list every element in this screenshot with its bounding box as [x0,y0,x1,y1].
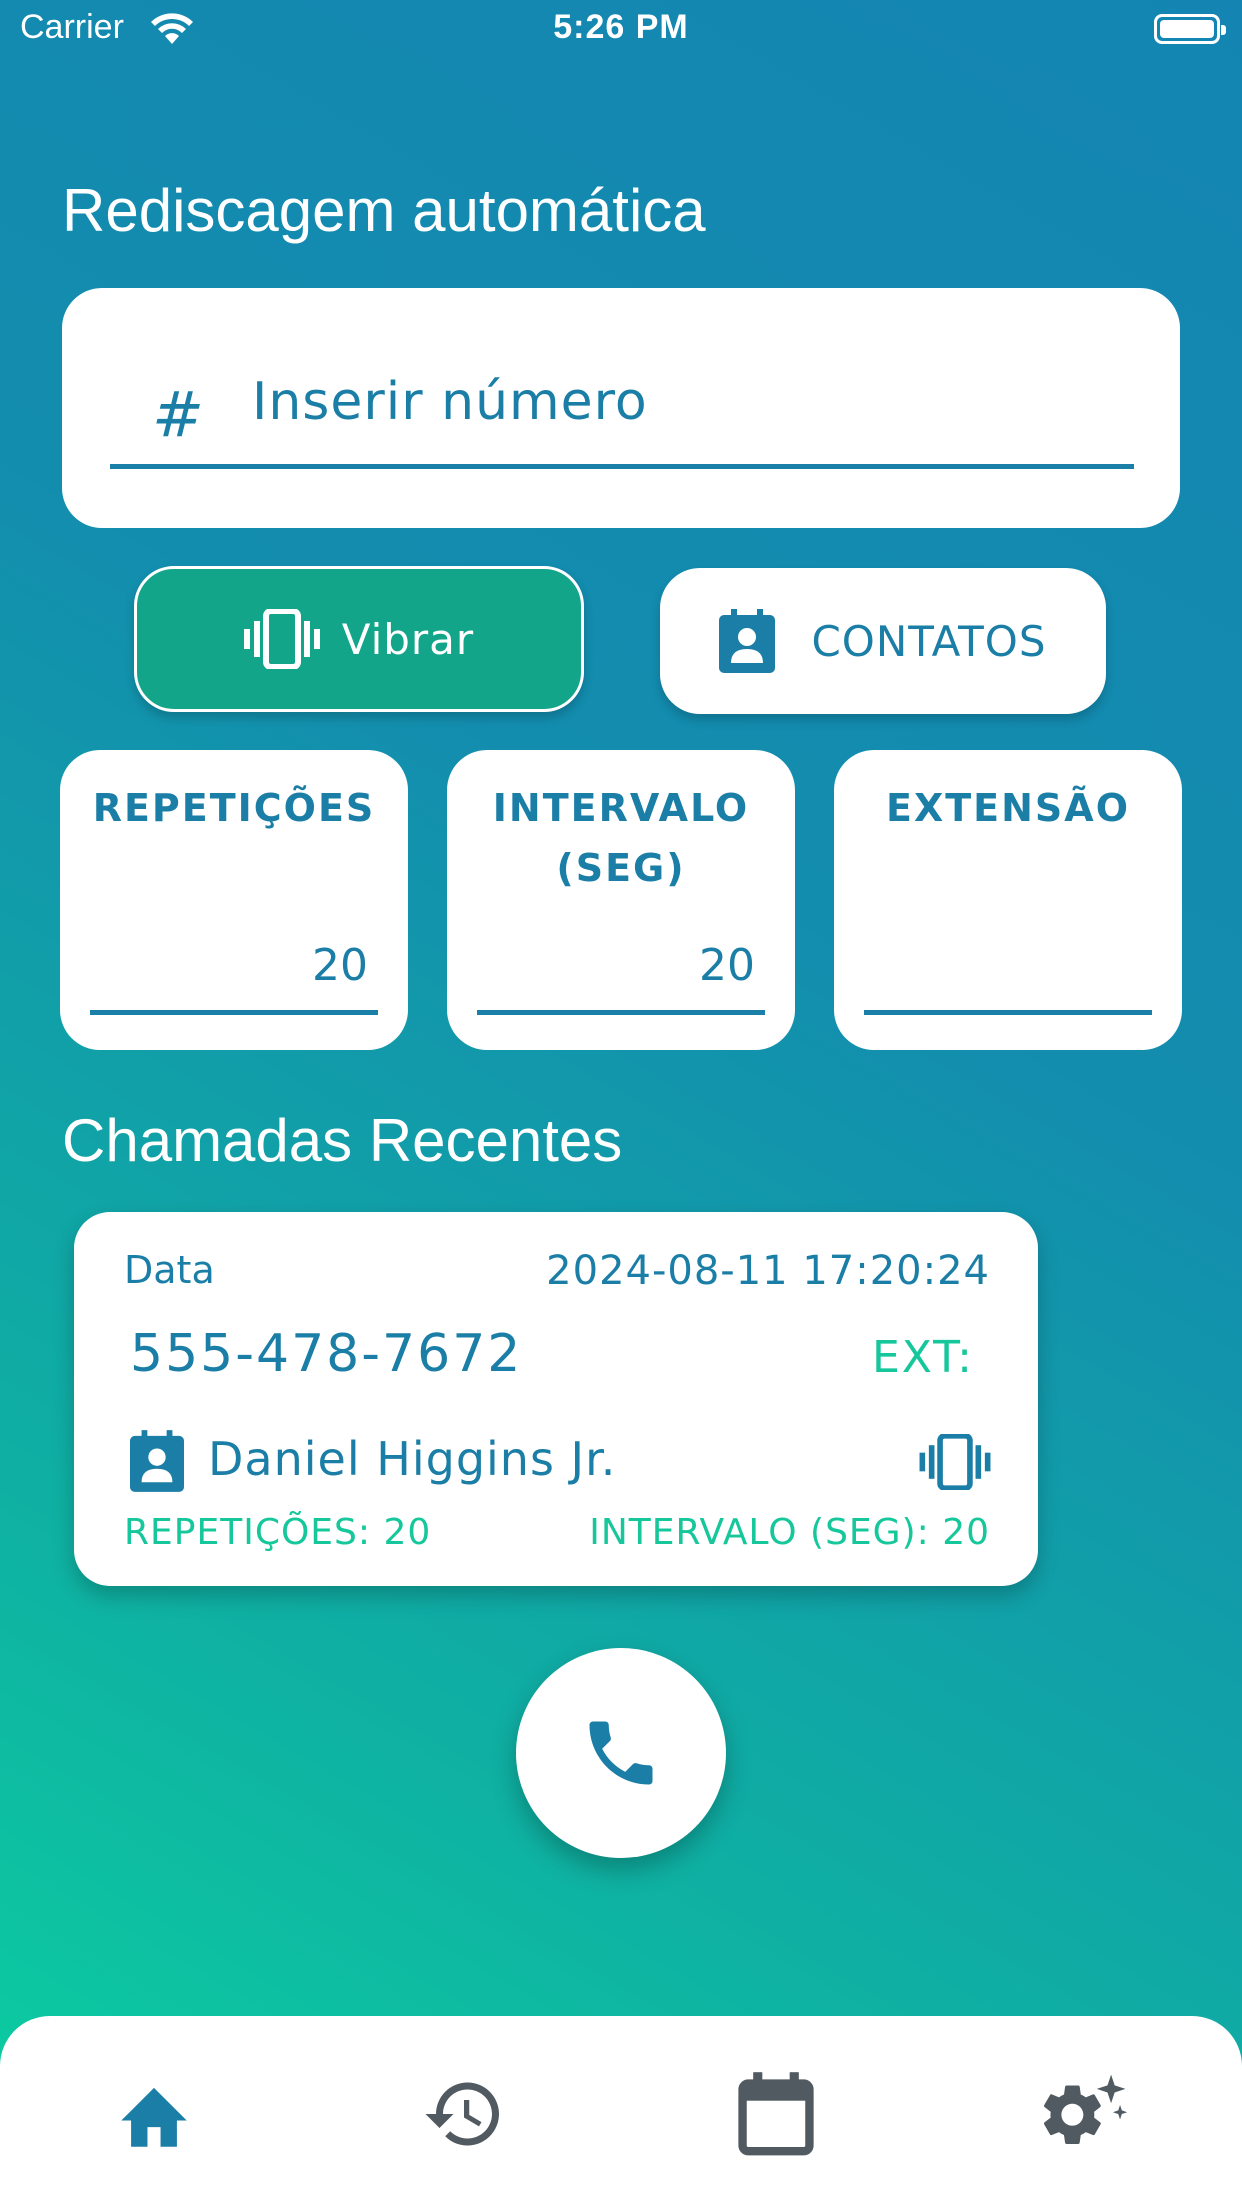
call-repetitions: REPETIÇÕES: 20 [124,1512,432,1553]
call-interval: INTERVALO (SEG): 20 [589,1512,990,1553]
contact-card-icon [130,1430,184,1496]
contact-card-icon [719,609,797,673]
bottom-navigation [0,2016,1242,2208]
contacts-button[interactable]: CONTATOS [660,568,1106,714]
vibrate-button[interactable]: Vibrar [134,566,584,712]
home-icon [114,2078,194,2150]
extension-label: EXTENSÃO [885,786,1131,830]
nav-settings[interactable] [1036,2064,1136,2164]
interval-card[interactable]: INTERVALO (SEG) 20 [447,750,795,1050]
date-label: Data [124,1248,215,1292]
settings-icon [1043,2071,1129,2157]
number-input-card: # [62,288,1180,528]
interval-label-line2: (SEG) [556,846,686,890]
page-title: Rediscagem automática [62,177,706,244]
interval-label: INTERVALO (SEG) [447,778,795,898]
status-time: 5:26 PM [553,8,689,46]
nav-history[interactable] [414,2064,514,2164]
extension-card[interactable]: EXTENSÃO [834,750,1182,1050]
vibrate-label: Vibrar [341,614,475,664]
contact-name: Daniel Higgins Jr. [208,1432,617,1486]
call-datetime: 2024-08-11 17:20:24 [546,1248,990,1294]
battery-icon [1154,14,1226,44]
repetitions-underline [90,1010,378,1015]
interval-value[interactable]: 20 [699,940,755,991]
history-icon [422,2072,506,2156]
input-underline [110,464,1134,469]
repetitions-label: REPETIÇÕES [92,786,376,830]
hash-icon: # [152,378,204,451]
phone-icon [579,1711,663,1795]
repetitions-card[interactable]: REPETIÇÕES 20 [60,750,408,1050]
interval-label-line1: INTERVALO [492,786,750,830]
recent-call-card[interactable]: Data 2024-08-11 17:20:24 555-478-7672 EX… [74,1212,1038,1586]
extension-underline [864,1010,1152,1015]
repetitions-value[interactable]: 20 [312,940,368,991]
call-number: 555-478-7672 [130,1324,523,1384]
ext-label: EXT: [871,1332,974,1383]
nav-home[interactable] [104,2064,204,2164]
recent-calls-title: Chamadas Recentes [62,1107,623,1174]
call-button[interactable] [516,1648,726,1858]
status-bar: Carrier 5:26 PM [0,0,1242,62]
calendar-icon [738,2072,814,2156]
interval-underline [477,1010,765,1015]
vibrate-icon [918,1433,992,1494]
nav-calendar[interactable] [726,2064,826,2164]
phone-number-input[interactable] [252,360,1132,444]
vibrate-icon [243,609,342,669]
contacts-label: CONTATOS [811,616,1047,666]
